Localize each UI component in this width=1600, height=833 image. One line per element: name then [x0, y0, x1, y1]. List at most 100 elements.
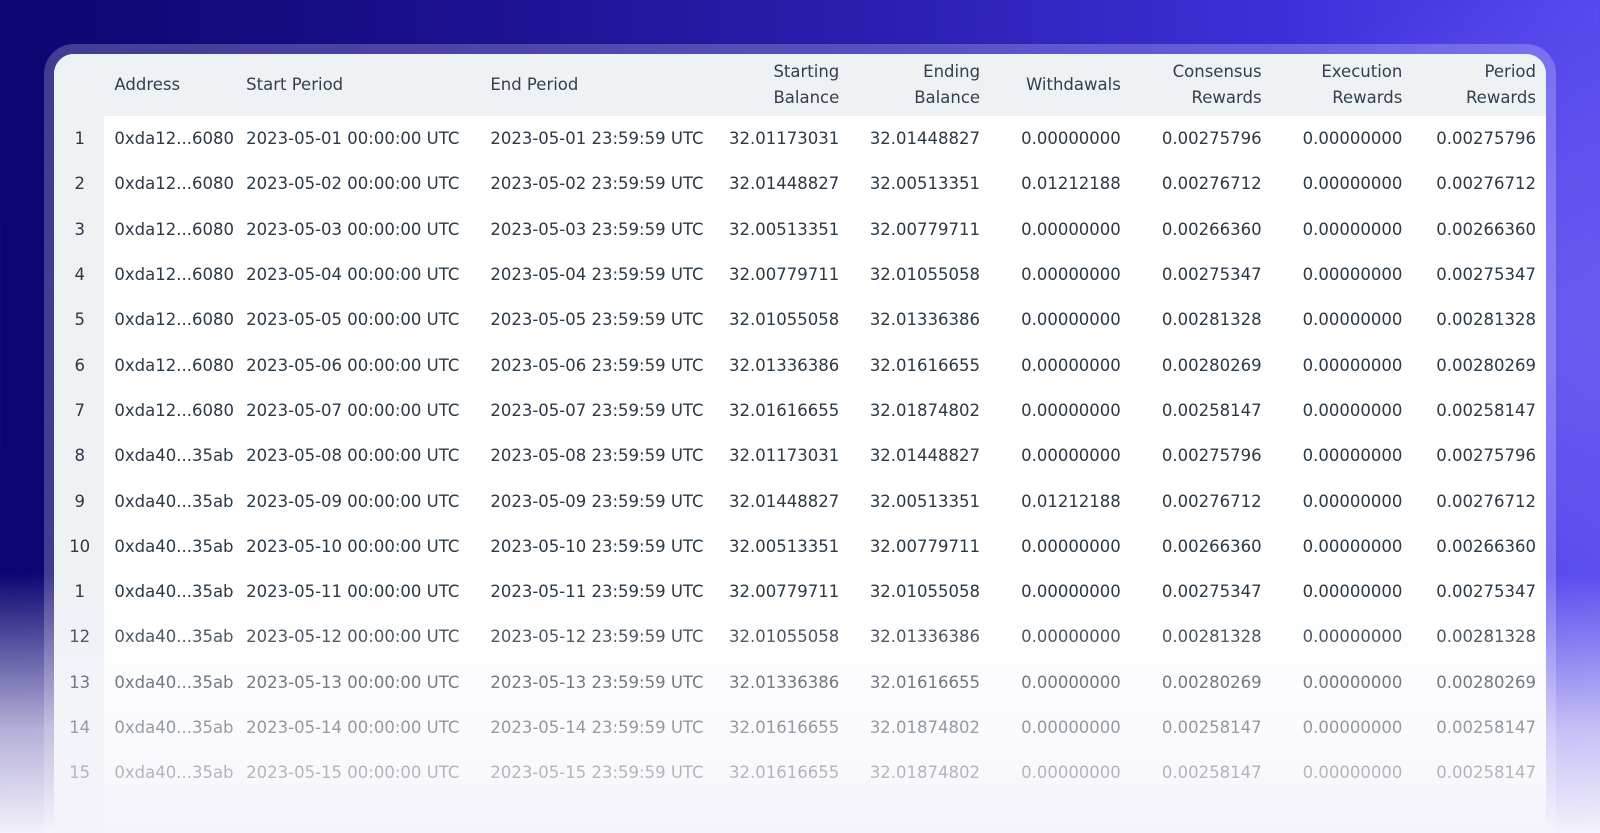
- cell-withdrawals: 0.00000000: [1021, 219, 1121, 239]
- table-row[interactable]: 4 0xda12...6080 2023-05-04 00:00:00 UTC …: [54, 252, 1546, 297]
- cell-address: 0xda40...35ab: [114, 763, 234, 783]
- header-ending-balance[interactable]: Ending Balance: [849, 54, 990, 116]
- header-period-rewards[interactable]: Period Rewards: [1412, 54, 1546, 116]
- table-row[interactable]: 10 0xda40...35ab 2023-05-10 00:00:00 UTC…: [54, 524, 1546, 569]
- cell-starting-balance: 32.00779711: [729, 582, 840, 602]
- table-row[interactable]: 7 0xda12...6080 2023-05-07 00:00:00 UTC …: [54, 388, 1546, 433]
- cell-starting-balance: 32.01448827: [729, 491, 840, 511]
- cell-period-rewards: 0.00258147: [1436, 718, 1536, 737]
- cell-end-period: 2023-05-01 23:59:59 UTC: [490, 129, 704, 149]
- table-row[interactable]: 2 0xda12...6080 2023-05-02 00:00:00 UTC …: [54, 161, 1546, 206]
- cell-start-period: 2023-05-13 00:00:00 UTC: [246, 672, 460, 692]
- cell-withdrawals: 0.00000000: [1021, 446, 1121, 466]
- cell-starting-balance: 32.01336386: [729, 672, 840, 692]
- cell-address: 0xda12...6080: [114, 265, 234, 285]
- cell-end-period: 2023-05-13 23:59:59 UTC: [490, 672, 704, 692]
- cell-ending-balance: 32.00779711: [869, 536, 981, 556]
- cell-ending-balance: 32.01055058: [869, 265, 981, 285]
- table-row[interactable]: 1 0xda40...35ab 2023-05-11 00:00:00 UTC …: [54, 569, 1546, 614]
- cell-start-period: 2023-05-04 00:00:00 UTC: [246, 265, 460, 285]
- cell-consensus-rewards: 0.00275796: [1161, 129, 1262, 149]
- table-row[interactable]: 5 0xda12...6080 2023-05-05 00:00:00 UTC …: [54, 297, 1546, 342]
- row-number: 2: [74, 174, 85, 194]
- cell-execution-rewards: 0.00000000: [1302, 582, 1403, 602]
- cell-ending-balance: 32.01336386: [869, 310, 981, 330]
- cell-execution-rewards: 0.00000000: [1302, 400, 1403, 420]
- row-number: 4: [74, 265, 85, 285]
- table-row[interactable]: 12 0xda40...35ab 2023-05-12 00:00:00 UTC…: [54, 614, 1546, 659]
- cell-start-period: 2023-05-15 00:00:00 UTC: [246, 763, 460, 783]
- row-number: 15: [69, 763, 91, 783]
- cell-starting-balance: 32.01616655: [729, 400, 840, 420]
- cell-consensus-rewards: 0.00275347: [1161, 582, 1262, 602]
- row-number: 5: [74, 310, 85, 330]
- header-execution-rewards[interactable]: Execution Rewards: [1272, 54, 1413, 116]
- cell-starting-balance: 32.01173031: [729, 129, 840, 149]
- header-starting-balance[interactable]: Starting Balance: [709, 54, 850, 116]
- row-number: 13: [69, 672, 91, 692]
- row-number: 3: [74, 219, 85, 239]
- cell-period-rewards: 0.00281328: [1436, 310, 1536, 330]
- cell-starting-balance: 32.01173031: [729, 446, 840, 466]
- cell-withdrawals: 0.00000000: [1021, 310, 1121, 330]
- header-consensus-rewards[interactable]: Consensus Rewards: [1131, 54, 1272, 116]
- cell-end-period: 2023-05-12 23:59:59 UTC: [490, 627, 704, 647]
- cell-starting-balance: 32.01055058: [729, 627, 840, 647]
- cell-starting-balance: 32.01055058: [729, 310, 840, 330]
- table-row[interactable]: 15 0xda40...35ab 2023-05-15 00:00:00 UTC…: [54, 750, 1546, 795]
- table-row[interactable]: 6 0xda12...6080 2023-05-06 00:00:00 UTC …: [54, 342, 1546, 387]
- cell-ending-balance: 32.01874802: [869, 763, 981, 783]
- row-number: 12: [69, 627, 91, 647]
- cell-consensus-rewards: 0.00280269: [1161, 355, 1262, 375]
- row-number: 1: [74, 582, 85, 602]
- table-row[interactable]: 13 0xda40...35ab 2023-05-13 00:00:00 UTC…: [54, 660, 1546, 705]
- cell-starting-balance: 32.00513351: [729, 219, 840, 239]
- cell-address: 0xda40...35ab: [114, 491, 234, 511]
- row-number: 14: [69, 718, 91, 737]
- cell-end-period: 2023-05-05 23:59:59 UTC: [490, 310, 704, 330]
- header-start-period[interactable]: Start Period: [246, 54, 477, 116]
- row-number: 10: [69, 536, 91, 556]
- table-row[interactable]: 9 0xda40...35ab 2023-05-09 00:00:00 UTC …: [54, 478, 1546, 523]
- cell-ending-balance: 32.01874802: [869, 718, 981, 737]
- table-row[interactable]: 3 0xda12...6080 2023-05-03 00:00:00 UTC …: [54, 207, 1546, 252]
- cell-end-period: 2023-05-07 23:59:59 UTC: [490, 400, 704, 420]
- cell-consensus-rewards: 0.00276712: [1161, 491, 1262, 511]
- cell-end-period: 2023-05-09 23:59:59 UTC: [490, 491, 704, 511]
- cell-consensus-rewards: 0.00266360: [1161, 219, 1262, 239]
- header-address[interactable]: Address: [105, 54, 246, 116]
- cell-withdrawals: 0.00000000: [1021, 265, 1121, 285]
- cell-withdrawals: 0.01212188: [1021, 491, 1121, 511]
- cell-consensus-rewards: 0.00281328: [1161, 627, 1262, 647]
- cell-execution-rewards: 0.00000000: [1302, 672, 1403, 692]
- cell-execution-rewards: 0.00000000: [1302, 718, 1403, 737]
- cell-end-period: 2023-05-06 23:59:59 UTC: [490, 355, 704, 375]
- cell-period-rewards: 0.00276712: [1436, 491, 1536, 511]
- table-row[interactable]: 14 0xda40...35ab 2023-05-14 00:00:00 UTC…: [54, 705, 1546, 750]
- cell-end-period: 2023-05-11 23:59:59 UTC: [490, 582, 704, 602]
- cell-withdrawals: 0.00000000: [1021, 672, 1121, 692]
- cell-starting-balance: 32.01336386: [729, 355, 840, 375]
- table-row[interactable]: 1 0xda12...6080 2023-05-01 00:00:00 UTC …: [54, 116, 1546, 161]
- cell-ending-balance: 32.00513351: [869, 491, 981, 511]
- cell-address: 0xda12...6080: [114, 355, 234, 375]
- cell-withdrawals: 0.00000000: [1021, 763, 1121, 783]
- cell-ending-balance: 32.01874802: [869, 400, 981, 420]
- cell-address: 0xda12...6080: [114, 400, 234, 420]
- cell-start-period: 2023-05-12 00:00:00 UTC: [246, 627, 460, 647]
- cell-end-period: 2023-05-03 23:59:59 UTC: [490, 219, 704, 239]
- cell-execution-rewards: 0.00000000: [1302, 763, 1403, 783]
- table-row[interactable]: 8 0xda40...35ab 2023-05-08 00:00:00 UTC …: [54, 433, 1546, 478]
- cell-end-period: 2023-05-10 23:59:59 UTC: [490, 536, 704, 556]
- cell-consensus-rewards: 0.00280269: [1161, 672, 1262, 692]
- header-end-period[interactable]: End Period: [477, 54, 708, 116]
- cell-start-period: 2023-05-06 00:00:00 UTC: [246, 355, 460, 375]
- cell-period-rewards: 0.00258147: [1436, 400, 1536, 420]
- cell-period-rewards: 0.00275347: [1436, 265, 1536, 285]
- header-withdrawals[interactable]: Withdawals: [990, 54, 1131, 116]
- cell-ending-balance: 32.01616655: [869, 672, 981, 692]
- row-number: 9: [74, 491, 85, 511]
- cell-ending-balance: 32.00513351: [869, 174, 981, 194]
- cell-address: 0xda40...35ab: [114, 627, 234, 647]
- table-header-row: Address Start Period End Period Starting…: [54, 54, 1546, 116]
